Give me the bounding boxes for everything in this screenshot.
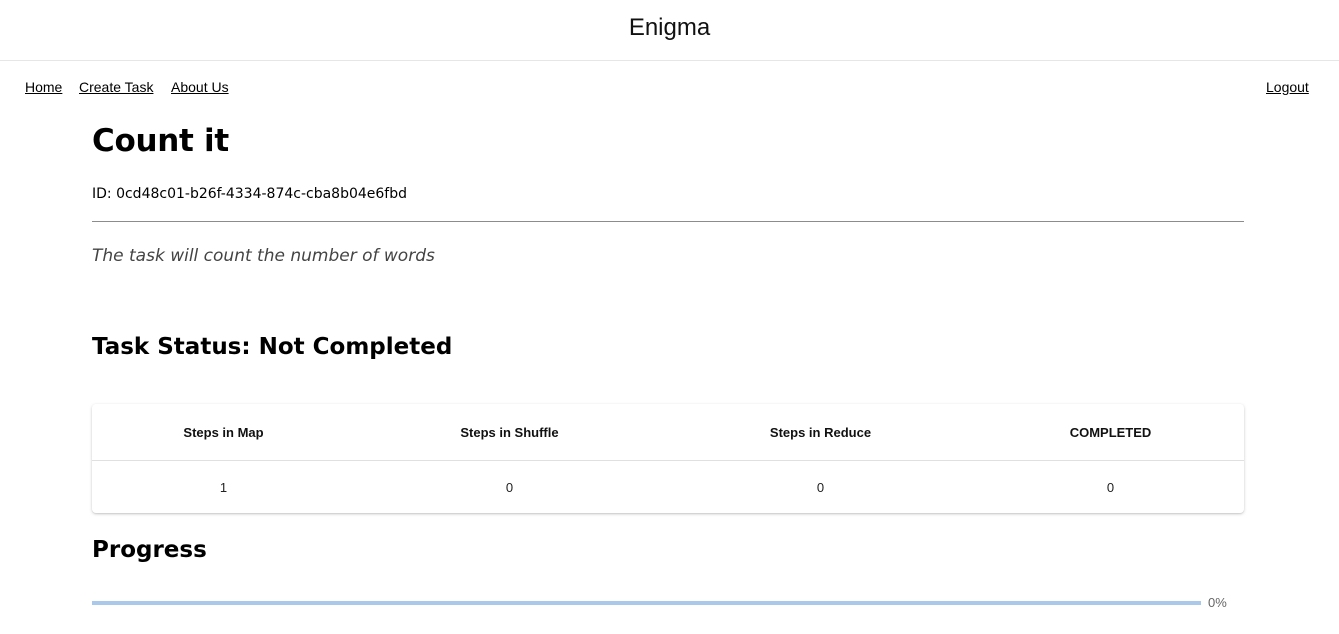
column-header-shuffle: Steps in Shuffle xyxy=(355,404,664,461)
column-header-reduce: Steps in Reduce xyxy=(664,404,977,461)
task-title: Count it xyxy=(92,123,229,159)
cell-map-steps: 1 xyxy=(219,479,228,495)
task-detail: Count it ID: 0cd48c01-b26f-4334-874c-cba… xyxy=(92,113,1244,611)
logout-link[interactable]: Logout xyxy=(1266,79,1309,95)
progress-bar xyxy=(92,601,1201,605)
column-header-completed: COMPLETED xyxy=(977,404,1244,461)
progress-heading: Progress xyxy=(92,537,207,563)
nav-link-home[interactable]: Home xyxy=(25,79,62,95)
progress-row: 0% xyxy=(92,595,1244,611)
status-table-card: Steps in Map Steps in Shuffle Steps in R… xyxy=(92,404,1244,513)
app-header: Enigma xyxy=(0,0,1339,61)
cell-completed: 0 xyxy=(1106,479,1115,495)
status-table: Steps in Map Steps in Shuffle Steps in R… xyxy=(92,404,1244,513)
table-header-row: Steps in Map Steps in Shuffle Steps in R… xyxy=(92,404,1244,461)
column-header-map: Steps in Map xyxy=(92,404,355,461)
divider xyxy=(92,221,1244,222)
app-title: Enigma xyxy=(628,14,711,41)
cell-reduce-steps: 0 xyxy=(816,479,825,495)
task-status-heading: Task Status: Not Completed xyxy=(92,334,453,360)
cell-shuffle-steps: 0 xyxy=(505,479,514,495)
nav-link-about-us[interactable]: About Us xyxy=(171,79,229,95)
table-row: 1 0 0 0 xyxy=(92,461,1244,514)
main-nav: Home Create Task About Us Logout xyxy=(0,61,1339,113)
progress-percent-label: 0% xyxy=(1208,595,1227,610)
nav-link-create-task[interactable]: Create Task xyxy=(79,79,153,95)
task-id: ID: 0cd48c01-b26f-4334-874c-cba8b04e6fbd xyxy=(92,186,408,202)
task-description: The task will count the number of words xyxy=(92,246,435,266)
